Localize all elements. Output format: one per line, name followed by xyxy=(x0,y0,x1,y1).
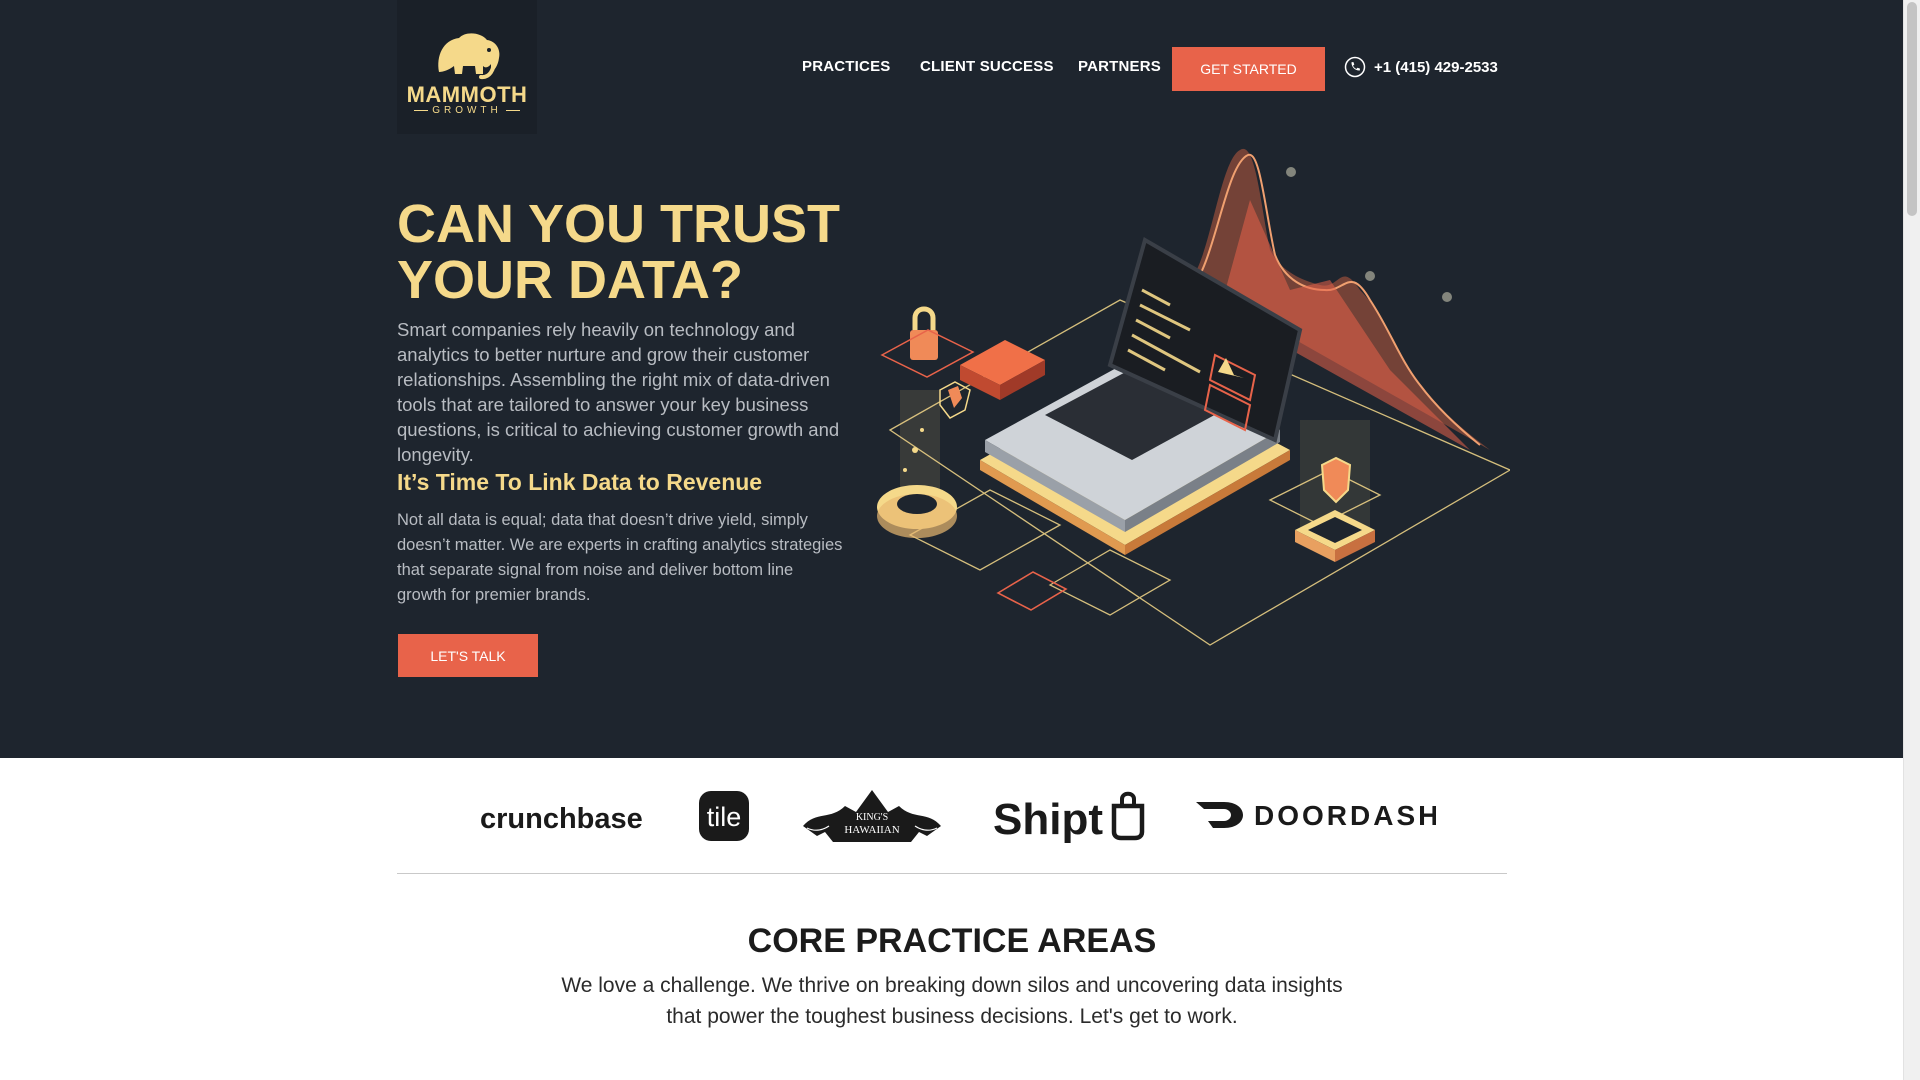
tile-logo: tile xyxy=(699,791,749,841)
logo-tagline: GROWTH xyxy=(397,105,537,116)
page: MAMMOTH GROWTH PRACTICES CLIENT SUCCESS … xyxy=(0,0,1904,1080)
kings-hawaiian-logo: KING'S HAWAIIAN xyxy=(803,790,941,842)
tile-wordmark: tile xyxy=(707,802,742,832)
kings-hawaiian-line-2: HAWAIIAN xyxy=(844,824,899,836)
phone-number: +1 (415) 429-2533 xyxy=(1374,58,1498,76)
core-practice-title: CORE PRACTICE AREAS xyxy=(747,922,1157,960)
crunchbase-wordmark: crunchbase xyxy=(480,803,643,835)
shield-pedestal xyxy=(1295,420,1375,562)
shipt-wordmark: Shipt xyxy=(993,795,1103,844)
page-scrollbar[interactable] xyxy=(1903,0,1920,1080)
hero-body: Not all data is equal; data that doesn’t… xyxy=(397,511,843,604)
nav-client-success[interactable]: CLIENT SUCCESS xyxy=(920,58,1054,75)
kings-hawaiian-line-1: KING'S xyxy=(856,812,888,823)
hero-headline: CAN YOU TRUST YOUR DATA? xyxy=(397,196,877,308)
phone-link[interactable]: +1 (415) 429-2533 xyxy=(1344,56,1498,78)
hero-illustration xyxy=(877,148,1510,646)
doordash-logo: DOORDASH xyxy=(1196,800,1436,831)
mammoth-icon xyxy=(438,33,500,80)
floor-tile xyxy=(996,571,1068,611)
headline-line-1: CAN YOU TRUST xyxy=(397,194,841,254)
shipt-logo: Shipt xyxy=(993,791,1145,844)
get-started-button[interactable]: GET STARTED xyxy=(1172,47,1325,91)
core-practice-text: We love a challenge. We thrive on breaki… xyxy=(561,974,1343,1028)
nav-partners[interactable]: PARTNERS xyxy=(1078,58,1161,75)
hero-subheading: It’s Time To Link Data to Revenue xyxy=(397,469,763,495)
doordash-wordmark: DOORDASH xyxy=(1254,800,1436,831)
headline-line-2: YOUR DATA? xyxy=(397,250,743,310)
crunchbase-logo: crunchbase xyxy=(480,803,643,835)
client-logos: crunchbase tile KING'S HAWAIIAN Shipt DO… xyxy=(0,758,1904,876)
hero-intro: Smart companies rely heavily on technolo… xyxy=(397,319,840,465)
lets-talk-button[interactable]: LET'S TALK xyxy=(398,634,538,677)
phone-icon xyxy=(1344,56,1366,78)
logo[interactable]: MAMMOTH GROWTH xyxy=(397,0,537,134)
hero-section: MAMMOTH GROWTH PRACTICES CLIENT SUCCESS … xyxy=(0,0,1904,758)
section-divider xyxy=(397,873,1507,874)
nav-practices[interactable]: PRACTICES xyxy=(802,58,890,75)
scrollbar-thumb[interactable] xyxy=(1907,2,1917,216)
